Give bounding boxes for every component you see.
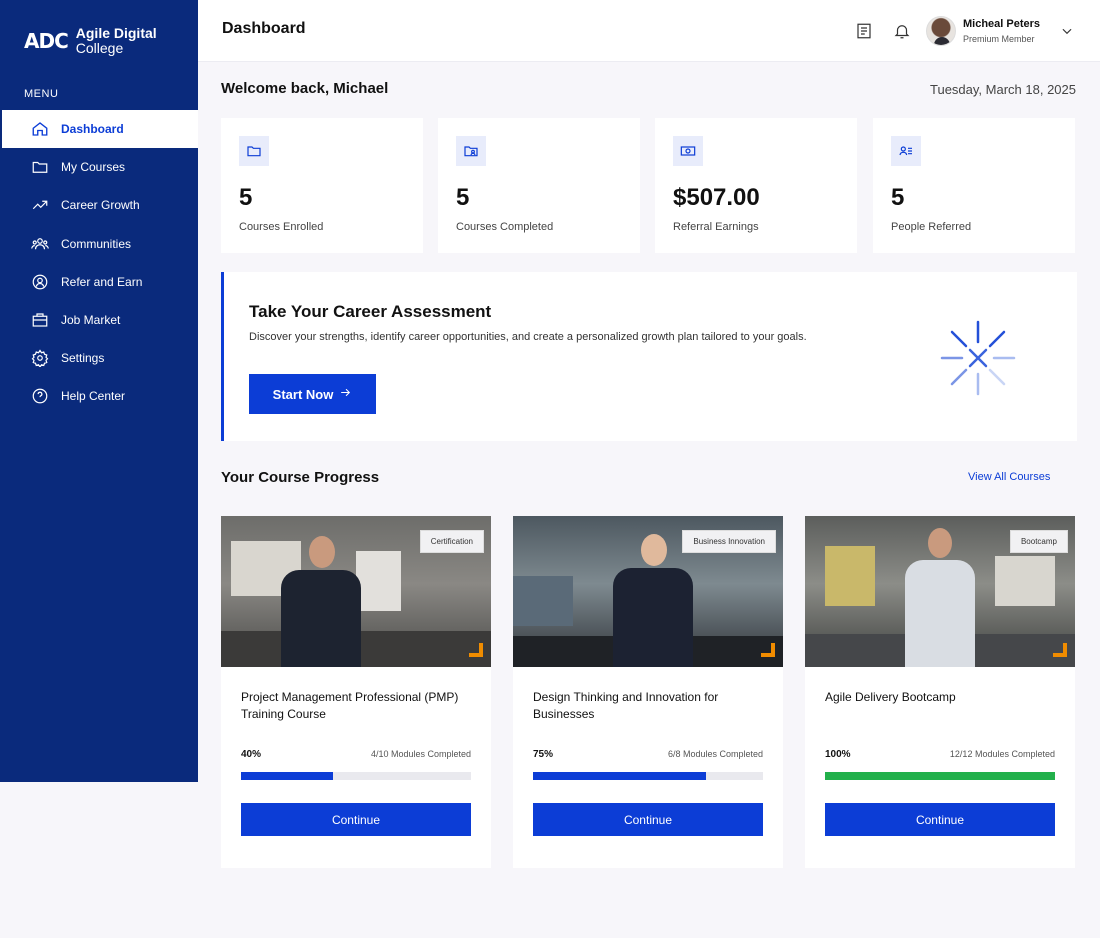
sidebar-nav: Dashboard My Courses Career Growth Commu… (2, 110, 198, 416)
progress-bar (533, 772, 763, 780)
continue-button[interactable]: Continue (241, 803, 471, 836)
career-assessment-banner: Take Your Career Assessment Discover you… (221, 272, 1077, 441)
sparkle-burst-icon (940, 320, 1016, 396)
stat-label: Courses Enrolled (239, 221, 324, 233)
sidebar-item-label: Job Market (61, 313, 121, 328)
stat-card-courses-enrolled: 5 Courses Enrolled (221, 118, 423, 253)
course-percent: 75% (533, 749, 554, 760)
help-icon (31, 387, 49, 405)
user-name: Micheal Peters (963, 18, 1041, 30)
brand-name-line2: College (75, 39, 124, 56)
menu-label: MENU (24, 88, 59, 100)
course-tag: Bootcamp (1009, 530, 1068, 553)
folder-icon (31, 158, 49, 176)
course-card: Business Innovation Design Thinking and … (513, 516, 783, 868)
progress-bar (825, 772, 1055, 780)
banner-description: Discover your strengths, identify career… (249, 331, 807, 343)
stat-card-referral-earnings: $507.00 Referral Earnings (655, 118, 857, 253)
stat-label: Courses Completed (456, 221, 554, 233)
corner-accent (761, 643, 775, 657)
welcome-greeting: Welcome back, Michael (221, 80, 389, 97)
stat-value: 5 (239, 184, 253, 211)
brand-logo[interactable]: ADC Agile Digital College (24, 26, 157, 55)
stat-value: $507.00 (673, 184, 760, 211)
sidebar-item-communities[interactable]: Communities (2, 225, 198, 263)
refer-icon (31, 273, 49, 291)
stat-value: 5 (891, 184, 905, 211)
corner-accent (469, 643, 483, 657)
bell-icon[interactable] (893, 22, 911, 40)
sidebar-item-career-growth[interactable]: Career Growth (2, 186, 198, 224)
progress-fill (241, 772, 333, 780)
course-title: Project Management Professional (PMP) Tr… (241, 690, 459, 721)
banner-title: Take Your Career Assessment (249, 302, 492, 321)
avatar[interactable] (926, 16, 956, 46)
course-title: Agile Delivery Bootcamp (825, 690, 956, 704)
stat-value: 5 (456, 184, 470, 211)
money-icon (673, 136, 703, 166)
view-all-courses-link[interactable]: View All Courses (968, 471, 1050, 483)
sidebar-item-label: Dashboard (61, 122, 124, 137)
arrow-right-icon (339, 386, 352, 402)
trend-icon (31, 196, 49, 214)
course-modules: 12/12 Modules Completed (949, 749, 1055, 759)
sidebar-item-my-courses[interactable]: My Courses (2, 148, 198, 186)
sidebar-item-help-center[interactable]: Help Center (2, 377, 198, 415)
sidebar-item-label: Communities (61, 236, 132, 251)
gear-icon (31, 349, 49, 368)
course-image: Bootcamp (805, 516, 1075, 667)
brand-name-line1: Agile Digital (75, 25, 157, 41)
course-percent: 100% (825, 749, 851, 760)
sidebar-item-settings[interactable]: Settings (2, 339, 198, 377)
chevron-down-icon[interactable] (1060, 24, 1074, 38)
logo-mark: ADC (24, 28, 69, 53)
course-image: Business Innovation (513, 516, 783, 667)
continue-button[interactable]: Continue (825, 803, 1055, 836)
sidebar-item-label: Career Growth (61, 198, 140, 213)
progress-fill (825, 772, 1055, 780)
notes-icon[interactable] (855, 22, 873, 40)
stat-card-people-referred: 5 People Referred (873, 118, 1075, 253)
current-date: Tuesday, March 18, 2025 (930, 82, 1076, 97)
course-tag: Certification (419, 530, 484, 553)
course-modules: 6/8 Modules Completed (667, 749, 763, 759)
briefcase-icon (31, 311, 49, 329)
sidebar-item-refer-and-earn[interactable]: Refer and Earn (2, 263, 198, 301)
page-title: Dashboard (222, 20, 306, 37)
stat-label: People Referred (891, 221, 972, 233)
sidebar-item-dashboard[interactable]: Dashboard (2, 110, 198, 149)
progress-fill (533, 772, 706, 780)
course-image: Certification (221, 516, 491, 667)
stat-card-courses-completed: 5 Courses Completed (438, 118, 640, 253)
users-icon (31, 235, 49, 253)
course-title: Design Thinking and Innovation for Busin… (533, 690, 719, 721)
sidebar: ADC Agile Digital College MENU Dashboard… (0, 0, 198, 782)
stat-label: Referral Earnings (673, 221, 759, 233)
home-icon (31, 120, 49, 138)
person-list-icon (891, 136, 921, 166)
course-card: Certification Project Management Profess… (221, 516, 491, 868)
course-percent: 40% (241, 749, 262, 760)
corner-accent (1053, 643, 1067, 657)
sidebar-item-label: Settings (61, 351, 105, 366)
user-role: Premium Member (963, 34, 1035, 44)
course-progress-title: Your Course Progress (221, 469, 380, 486)
course-tag: Business Innovation (682, 530, 776, 553)
top-bar: Dashboard Micheal Peters Premium Member (198, 0, 1100, 62)
start-now-label: Start Now (272, 386, 334, 402)
sidebar-item-label: Help Center (61, 389, 126, 404)
sidebar-item-label: Refer and Earn (61, 274, 143, 289)
progress-bar (241, 772, 471, 780)
folder-icon (239, 136, 269, 166)
start-now-button[interactable]: Start Now (249, 374, 376, 414)
sidebar-item-label: My Courses (61, 160, 126, 175)
continue-button[interactable]: Continue (533, 803, 763, 836)
sidebar-item-job-market[interactable]: Job Market (2, 301, 198, 339)
folder-user-icon (456, 136, 486, 166)
course-modules: 4/10 Modules Completed (370, 749, 471, 759)
course-card: Bootcamp Agile Delivery Bootcamp 100% 12… (805, 516, 1075, 868)
